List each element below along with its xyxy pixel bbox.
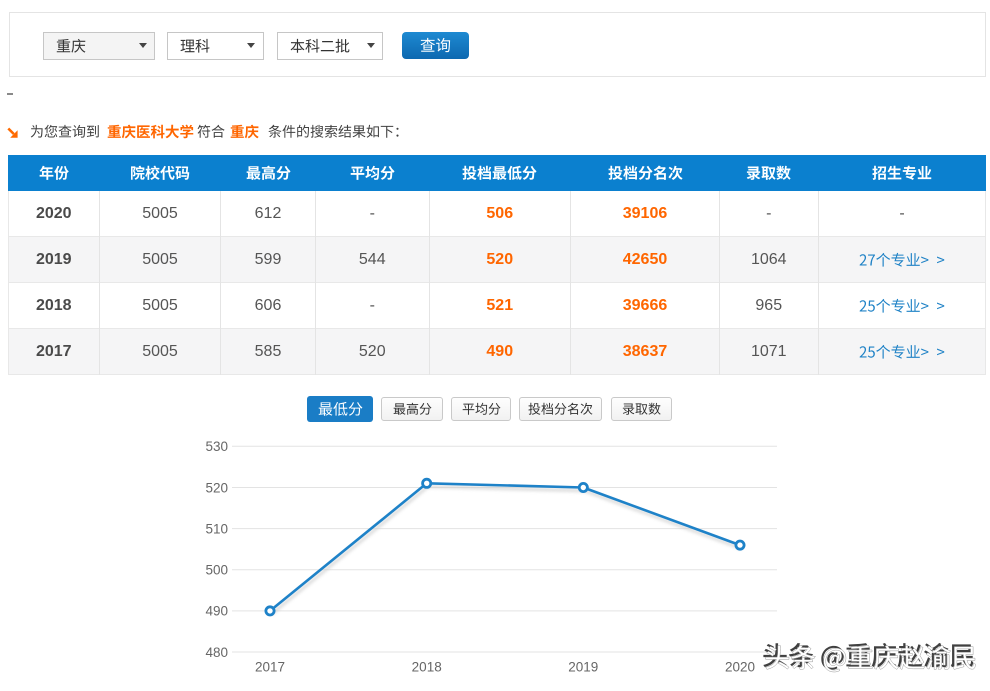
svg-text:2017: 2017 bbox=[255, 660, 285, 675]
svg-text:490: 490 bbox=[205, 604, 228, 619]
svg-text:510: 510 bbox=[205, 521, 228, 536]
svg-text:2020: 2020 bbox=[725, 660, 755, 675]
svg-text:2019: 2019 bbox=[568, 660, 598, 675]
svg-text:520: 520 bbox=[205, 480, 228, 495]
svg-text:480: 480 bbox=[205, 645, 228, 660]
svg-text:500: 500 bbox=[205, 563, 228, 578]
svg-text:2018: 2018 bbox=[412, 660, 442, 675]
svg-text:530: 530 bbox=[205, 439, 228, 454]
